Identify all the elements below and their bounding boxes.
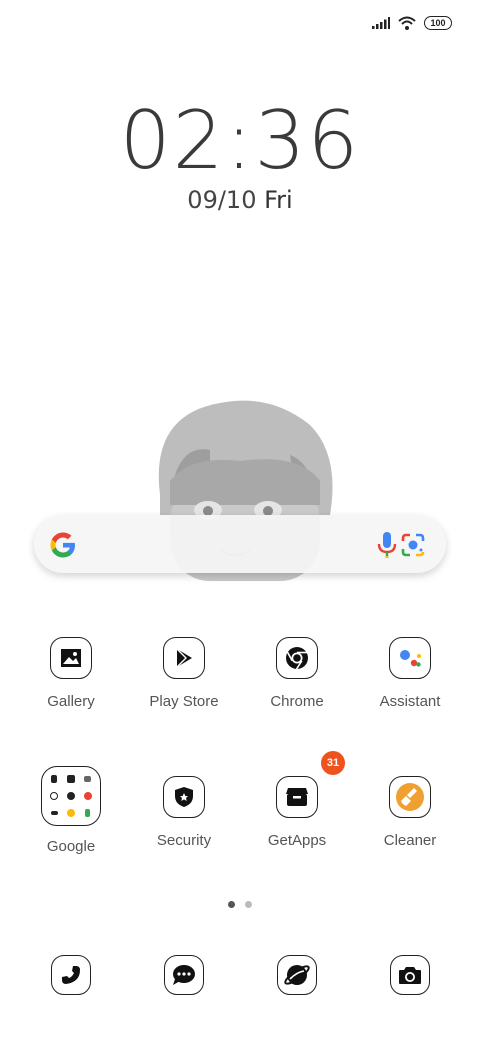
cleaner-icon[interactable] xyxy=(389,776,431,818)
date-text: 09/10 xyxy=(187,186,257,214)
battery-indicator: 100 xyxy=(424,16,452,30)
app-label: Chrome xyxy=(270,693,324,710)
app-label: Cleaner xyxy=(383,832,437,849)
app-gallery[interactable]: Gallery xyxy=(21,637,121,710)
app-chrome[interactable]: Chrome xyxy=(247,637,347,710)
app-getapps[interactable]: 31 GetApps xyxy=(247,751,347,849)
page-indicator xyxy=(228,901,252,908)
page-dot-active xyxy=(228,901,235,908)
dock-camera[interactable] xyxy=(390,955,430,995)
assistant-icon[interactable] xyxy=(389,637,431,679)
page-dot xyxy=(245,901,252,908)
app-label: Gallery xyxy=(47,693,95,710)
clock-date[interactable]: 09/10 Fri xyxy=(0,186,480,214)
notification-badge: 31 xyxy=(321,751,345,775)
dock-browser[interactable] xyxy=(277,955,317,995)
browser-icon[interactable] xyxy=(277,955,317,995)
day-text: Fri xyxy=(264,186,293,214)
signal-icon xyxy=(372,17,390,29)
camera-icon[interactable] xyxy=(390,955,430,995)
gallery-icon[interactable] xyxy=(50,637,92,679)
google-search-bar[interactable] xyxy=(34,515,446,573)
lens-icon[interactable] xyxy=(400,532,426,558)
google-folder[interactable] xyxy=(41,766,101,826)
app-cleaner[interactable]: Cleaner xyxy=(360,776,460,849)
app-assistant[interactable]: Assistant xyxy=(360,637,460,710)
phone-icon[interactable] xyxy=(51,955,91,995)
security-icon[interactable] xyxy=(163,776,205,818)
home-screen: 100 02:36 09/10 Fri Gallery Play Store C… xyxy=(0,0,480,1040)
app-play-store[interactable]: Play Store xyxy=(134,637,234,710)
app-label: Play Store xyxy=(149,693,219,710)
wifi-icon xyxy=(398,16,416,30)
google-logo-icon[interactable] xyxy=(48,530,78,560)
status-bar: 100 xyxy=(372,16,452,30)
getapps-icon[interactable]: 31 xyxy=(276,751,345,818)
dock-phone[interactable] xyxy=(51,955,91,995)
voice-search-icon[interactable] xyxy=(376,531,398,559)
clock-time[interactable]: 02:36 xyxy=(0,94,480,187)
app-label: GetApps xyxy=(267,832,327,849)
app-label: Security xyxy=(156,832,212,849)
app-label: Google xyxy=(46,838,96,855)
app-folder-google[interactable]: Google xyxy=(21,766,121,855)
play-store-icon[interactable] xyxy=(163,637,205,679)
app-security[interactable]: Security xyxy=(134,776,234,849)
app-label: Assistant xyxy=(379,693,441,710)
messages-icon[interactable] xyxy=(164,955,204,995)
dock-messages[interactable] xyxy=(164,955,204,995)
chrome-icon[interactable] xyxy=(276,637,318,679)
